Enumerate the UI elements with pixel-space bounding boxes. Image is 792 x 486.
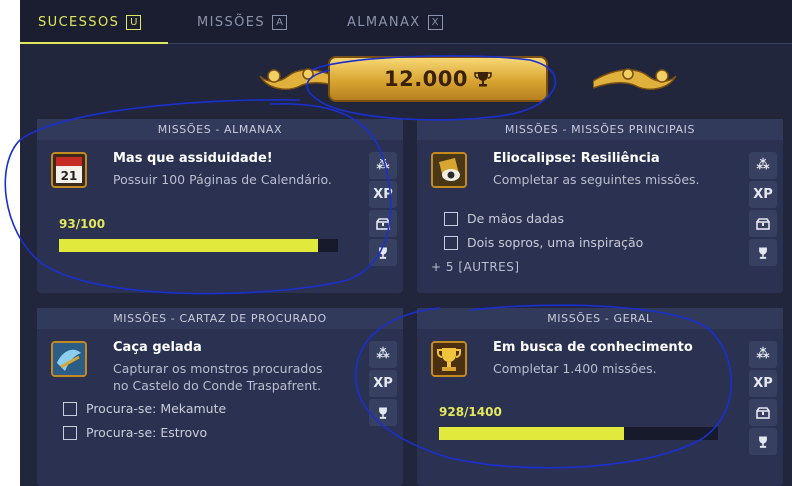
- svg-text:21: 21: [61, 169, 78, 183]
- tab-almanax-label: ALMANAX: [347, 14, 421, 30]
- card-category: MISSÕES - MISSÕES PRINCIPAIS: [417, 119, 783, 140]
- calendar-icon: 21: [51, 152, 87, 188]
- xp-reward-icon[interactable]: XP: [749, 370, 777, 397]
- score-plate: 12.000: [328, 56, 548, 102]
- tab-almanax[interactable]: ALMANAX X: [347, 0, 443, 44]
- objective-checkbox[interactable]: [63, 425, 77, 440]
- card-category: MISSÕES - CARTAZ DE PROCURADO: [37, 308, 403, 329]
- tab-sucessos-hotkey: U: [126, 14, 142, 30]
- objective-item[interactable]: Procura-se: Estrovo: [63, 425, 207, 440]
- score-value: 12.000: [383, 67, 469, 91]
- kamas-reward-icon[interactable]: ⁂: [369, 152, 397, 179]
- achievement-card-general[interactable]: MISSÕES - GERAL Em busca de conhecimento…: [417, 308, 783, 486]
- achievement-card-wanted-poster[interactable]: MISSÕES - CARTAZ DE PROCURADO Caça gelad…: [37, 308, 403, 486]
- xp-reward-icon[interactable]: XP: [369, 181, 397, 208]
- chest-reward-icon[interactable]: [749, 399, 777, 426]
- right-ornament-icon: [593, 68, 677, 90]
- achievement-title: Eliocalipse: Resiliência: [493, 151, 660, 166]
- ice-hunter-icon: [51, 341, 87, 377]
- tab-divider: [168, 43, 792, 44]
- achievement-description: Completar as seguintes missões.: [493, 172, 700, 187]
- score-banner: 12.000: [248, 56, 688, 106]
- tab-bar: SUCESSOS U MISSÕES A ALMANAX X: [20, 0, 792, 44]
- trophy-reward-icon[interactable]: [749, 239, 777, 266]
- objective-label: Procura-se: Estrovo: [86, 425, 208, 440]
- xp-reward-icon[interactable]: XP: [749, 181, 777, 208]
- reward-icons: ⁂ XP: [369, 341, 397, 426]
- achievement-title: Em busca de conhecimento: [493, 340, 693, 355]
- achievement-card-main-quests[interactable]: MISSÕES - MISSÕES PRINCIPAIS Eliocalipse…: [417, 119, 783, 293]
- trophy-reward-icon[interactable]: [369, 239, 397, 266]
- achievement-title: Mas que assiduidade!: [113, 151, 273, 166]
- eye-scroll-icon: [431, 152, 467, 188]
- progress-label: 928/1400: [439, 405, 502, 419]
- kamas-reward-icon[interactable]: ⁂: [749, 152, 777, 179]
- objective-item[interactable]: Dois sopros, uma inspiração: [444, 235, 643, 250]
- chest-reward-icon[interactable]: [369, 210, 397, 237]
- progress-bar: [59, 239, 338, 252]
- achievement-description: Completar 1.400 missões.: [493, 361, 657, 376]
- progress-fill: [59, 239, 319, 252]
- tab-missoes[interactable]: MISSÕES A: [197, 0, 288, 44]
- golden-trophy-icon: [431, 341, 467, 377]
- achievements-window: SUCESSOS U MISSÕES A ALMANAX X 12.000 MI…: [20, 0, 792, 486]
- objective-item[interactable]: De mãos dadas: [444, 211, 564, 226]
- reward-icons: ⁂ XP: [749, 152, 777, 266]
- reward-icons: ⁂ XP: [369, 152, 397, 266]
- achievement-description: Capturar os monstros procurados no Caste…: [113, 360, 323, 394]
- tab-almanax-hotkey: X: [427, 14, 443, 30]
- tab-missoes-hotkey: A: [272, 14, 288, 30]
- kamas-reward-icon[interactable]: ⁂: [749, 341, 777, 368]
- objective-label: Dois sopros, uma inspiração: [467, 235, 644, 250]
- description-line: Capturar os monstros procurados: [113, 361, 323, 376]
- trophy-reward-icon[interactable]: [749, 428, 777, 455]
- objective-item[interactable]: Procura-se: Mekamute: [63, 401, 226, 416]
- tab-sucessos-label: SUCESSOS: [38, 14, 120, 30]
- objective-label: De mãos dadas: [467, 211, 564, 226]
- achievement-description: Possuir 100 Páginas de Calendário.: [113, 172, 332, 187]
- chest-reward-icon[interactable]: [749, 210, 777, 237]
- trophy-reward-icon[interactable]: [369, 399, 397, 426]
- objective-checkbox[interactable]: [444, 211, 458, 226]
- card-category: MISSÕES - GERAL: [417, 308, 783, 329]
- active-tab-indicator: [20, 42, 168, 44]
- progress-fill: [439, 427, 624, 440]
- achievement-card-almanax[interactable]: MISSÕES - ALMANAX 21 Mas que assiduidade…: [37, 119, 403, 293]
- progress-bar: [439, 427, 718, 440]
- trophy-icon: [474, 72, 492, 87]
- kamas-reward-icon[interactable]: ⁂: [369, 341, 397, 368]
- achievement-title: Caça gelada: [113, 340, 202, 355]
- description-line: no Castelo do Conde Traspafrent.: [113, 378, 322, 393]
- card-category: MISSÕES - ALMANAX: [37, 119, 403, 140]
- more-objectives-link[interactable]: + 5 [AUTRES]: [431, 260, 520, 274]
- objective-checkbox[interactable]: [63, 401, 77, 416]
- tab-sucessos[interactable]: SUCESSOS U: [38, 0, 142, 44]
- objective-label: Procura-se: Mekamute: [86, 401, 227, 416]
- xp-reward-icon[interactable]: XP: [369, 370, 397, 397]
- progress-label: 93/100: [59, 217, 106, 231]
- tab-missoes-label: MISSÕES: [197, 14, 266, 30]
- objective-checkbox[interactable]: [444, 235, 458, 250]
- reward-icons: ⁂ XP: [749, 341, 777, 455]
